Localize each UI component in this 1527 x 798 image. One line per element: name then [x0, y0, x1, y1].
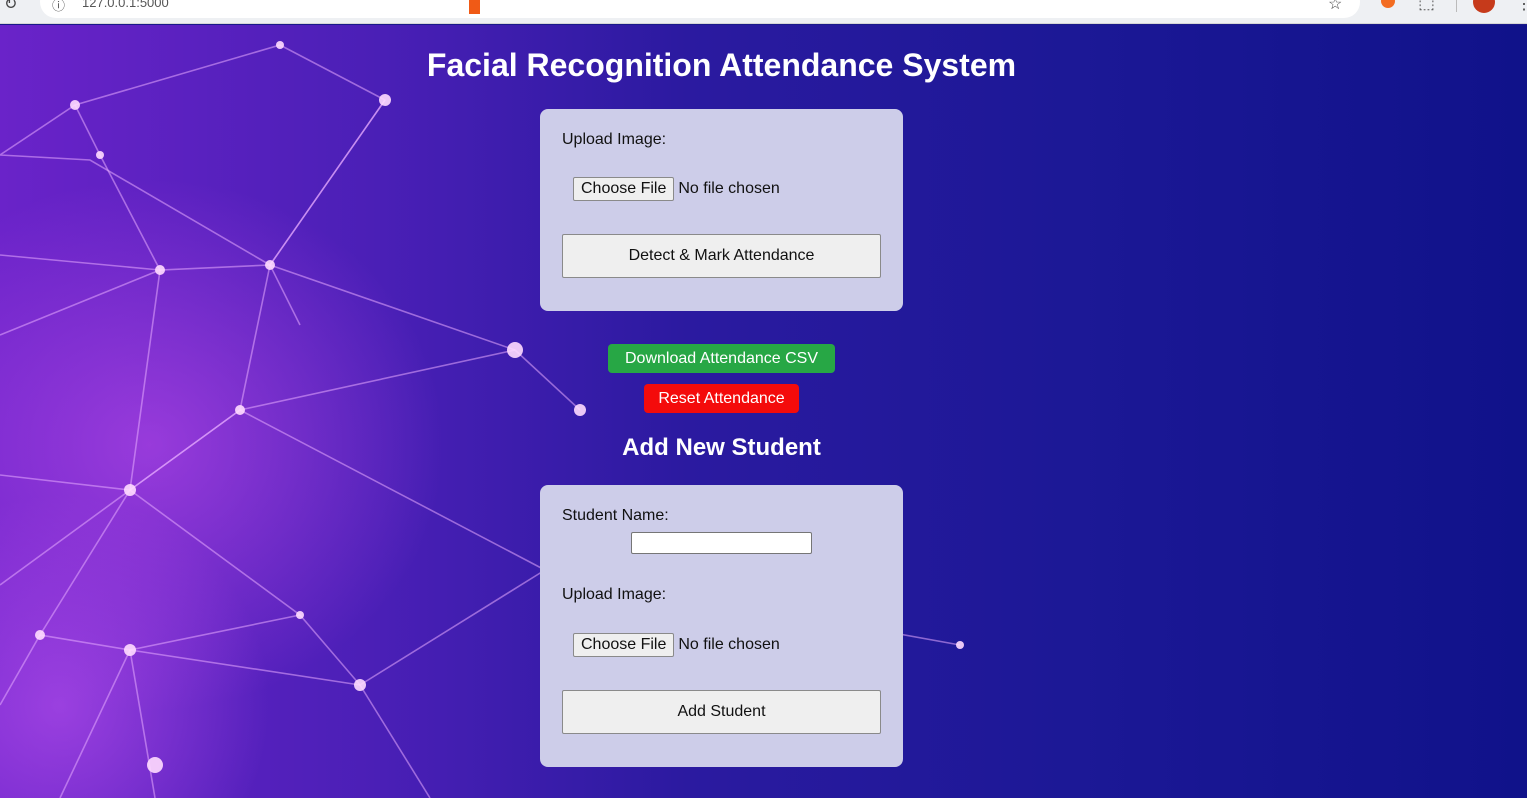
address-bar[interactable]: [40, 0, 1360, 18]
toolbar-divider: [1456, 0, 1457, 12]
browser-menu-icon[interactable]: ⋮: [1516, 0, 1527, 14]
attendance-upload-card: Upload Image: Choose File No file chosen…: [540, 109, 903, 311]
student-file-input[interactable]: Choose File No file chosen: [573, 633, 780, 657]
page-title: Facial Recognition Attendance System: [426, 47, 1017, 83]
extension-icon[interactable]: [1381, 0, 1395, 8]
detect-mark-attendance-button[interactable]: Detect & Mark Attendance: [562, 234, 881, 278]
page-body: Facial Recognition Attendance System Upl…: [0, 25, 1527, 798]
upload-image-label: Upload Image:: [562, 131, 667, 148]
student-name-input[interactable]: [631, 532, 812, 554]
browser-toolbar: ↻ ⓘ 127.0.0.1:5000 ☆ ⬚ ⋮: [0, 0, 1527, 24]
bookmark-star-icon[interactable]: ☆: [1328, 0, 1342, 14]
extensions-puzzle-icon[interactable]: ⬚: [1418, 0, 1435, 13]
student-file-status-text: No file chosen: [678, 636, 780, 653]
url-text[interactable]: 127.0.0.1:5000: [82, 0, 169, 10]
add-student-card: Student Name: Upload Image: Choose File …: [540, 485, 903, 767]
reset-attendance-button[interactable]: Reset Attendance: [644, 384, 799, 413]
student-choose-file-button[interactable]: Choose File: [573, 633, 675, 657]
profile-avatar[interactable]: [1473, 0, 1495, 13]
download-attendance-csv-button[interactable]: Download Attendance CSV: [608, 344, 835, 373]
attendance-file-input[interactable]: Choose File No file chosen: [573, 177, 780, 201]
add-student-button[interactable]: Add Student: [562, 690, 881, 734]
choose-file-button[interactable]: Choose File: [573, 177, 675, 201]
text-cursor: [469, 0, 480, 14]
file-status-text: No file chosen: [678, 180, 780, 197]
student-upload-image-label: Upload Image:: [562, 586, 667, 603]
student-name-label: Student Name:: [562, 507, 669, 524]
add-student-heading: Add New Student: [622, 434, 821, 461]
site-info-icon[interactable]: ⓘ: [52, 0, 65, 14]
reload-icon[interactable]: ↻: [4, 0, 17, 14]
